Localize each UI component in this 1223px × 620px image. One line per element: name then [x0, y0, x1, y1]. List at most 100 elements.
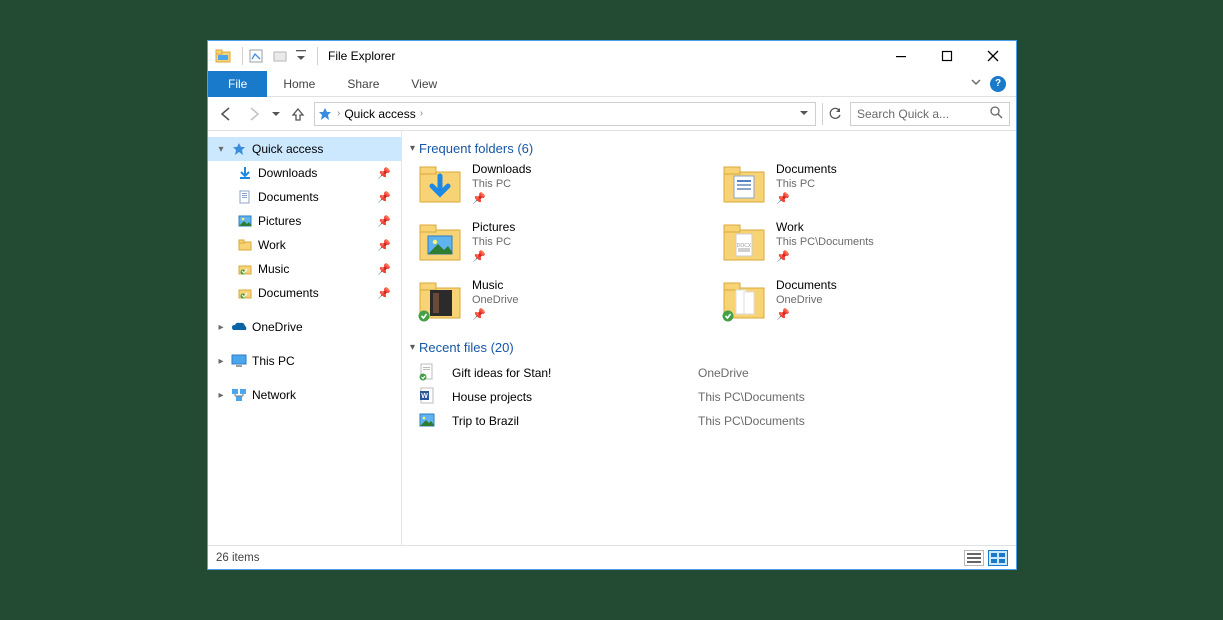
qat-dropdown-icon[interactable] [295, 47, 307, 65]
navigation-bar: › Quick access › Search Quick a... [208, 97, 1016, 131]
navigation-pane: ▾ Quick access Downloads 📌 Documents 📌 [208, 131, 402, 545]
group-header-frequent[interactable]: ▾ Frequent folders (6) [410, 141, 1006, 156]
tree-item-downloads[interactable]: Downloads 📌 [208, 161, 401, 185]
up-button[interactable] [286, 102, 310, 126]
back-button[interactable] [214, 102, 238, 126]
network-icon [230, 388, 248, 402]
tree-item-documents[interactable]: Documents 📌 [208, 185, 401, 209]
quick-access-star-icon [317, 106, 333, 122]
tree-label: Network [250, 388, 296, 402]
onedrive-icon [230, 321, 248, 333]
tree-item-pictures[interactable]: Pictures 📌 [208, 209, 401, 233]
frequent-folders-grid: Downloads This PC 📌 Documents This PC 📌 [410, 162, 1006, 322]
file-location: This PC\Documents [698, 414, 1006, 428]
tree-label: OneDrive [250, 320, 303, 334]
chevron-down-icon[interactable]: ▾ [410, 342, 415, 353]
folder-name: Music [472, 278, 518, 292]
tree-this-pc[interactable]: ▸ This PC [208, 349, 401, 373]
star-icon [230, 142, 248, 156]
folder-name: Pictures [472, 220, 515, 234]
refresh-button[interactable] [822, 103, 846, 125]
tree-item-documents-od[interactable]: Documents 📌 [208, 281, 401, 305]
properties-icon[interactable] [247, 47, 265, 65]
maximize-button[interactable] [924, 41, 970, 71]
folder-item[interactable]: Documents This PC 📌 [722, 162, 1006, 206]
tree-label: Music [256, 262, 289, 276]
tree-item-work[interactable]: Work 📌 [208, 233, 401, 257]
search-box[interactable]: Search Quick a... [850, 102, 1010, 126]
tree-onedrive[interactable]: ▸ OneDrive [208, 315, 401, 339]
folder-name: Documents [776, 162, 837, 176]
close-button[interactable] [970, 41, 1016, 71]
minimize-button[interactable] [878, 41, 924, 71]
chevron-right-icon[interactable]: ▸ [214, 322, 228, 333]
file-row[interactable]: Trip to Brazil This PC\Documents [418, 409, 1006, 433]
folder-item[interactable]: Documents OneDrive 📌 [722, 278, 1006, 322]
status-item-count: 26 items [216, 552, 259, 564]
quick-access-toolbar [214, 47, 322, 65]
download-icon [236, 166, 254, 180]
address-dropdown-icon[interactable] [799, 107, 809, 121]
folder-location: OneDrive [776, 294, 837, 306]
tree-network[interactable]: ▸ Network [208, 383, 401, 407]
ribbon-tab-home[interactable]: Home [267, 71, 331, 97]
chevron-down-icon[interactable]: ▾ [214, 144, 228, 155]
chevron-down-icon[interactable]: ▾ [410, 143, 415, 154]
music-icon [236, 262, 254, 276]
chevron-right-icon[interactable]: ▸ [214, 356, 228, 367]
new-folder-icon[interactable] [271, 47, 289, 65]
tree-label: Downloads [256, 166, 317, 180]
tree-label: Pictures [256, 214, 301, 228]
folder-icon [236, 238, 254, 252]
icons-view-button[interactable] [988, 550, 1008, 566]
file-row[interactable]: Gift ideas for Stan! OneDrive [418, 361, 1006, 385]
tree-quick-access[interactable]: ▾ Quick access [208, 137, 401, 161]
tree-label: Work [256, 238, 286, 252]
pin-icon: 📌 [377, 239, 391, 252]
help-icon[interactable]: ? [990, 76, 1006, 92]
file-row[interactable]: W House projects This PC\Documents [418, 385, 1006, 409]
folder-item[interactable]: Downloads This PC 📌 [418, 162, 702, 206]
titlebar: File Explorer [208, 41, 1016, 71]
folder-thumb-folder-icon [722, 278, 766, 322]
breadcrumb-item[interactable]: Quick access [344, 107, 415, 121]
chevron-right-icon[interactable]: ▸ [214, 390, 228, 401]
ribbon-tab-file[interactable]: File [208, 71, 267, 97]
details-view-button[interactable] [964, 550, 984, 566]
folder-location: This PC [776, 178, 837, 190]
forward-button[interactable] [242, 102, 266, 126]
group-header-recent[interactable]: ▾ Recent files (20) [410, 340, 1006, 355]
window-title: File Explorer [328, 49, 395, 63]
ribbon-tab-view[interactable]: View [395, 71, 453, 97]
pin-icon: 📌 [472, 192, 531, 205]
document-icon [236, 190, 254, 204]
folder-thumb-document-icon [722, 162, 766, 206]
address-bar[interactable]: › Quick access › [314, 102, 816, 126]
tree-label: This PC [250, 354, 295, 368]
file-explorer-window: File Explorer File Home Share View ? [207, 40, 1017, 570]
pin-icon: 📌 [472, 250, 515, 263]
tree-label: Documents [256, 190, 319, 204]
folder-location: This PC\Documents [776, 236, 874, 248]
ribbon-tab-share[interactable]: Share [331, 71, 395, 97]
breadcrumb-separator-icon[interactable]: › [337, 108, 340, 119]
ribbon-expand-icon[interactable] [970, 76, 982, 91]
recent-locations-button[interactable] [270, 109, 282, 119]
folder-thumb-download-icon [418, 162, 462, 206]
pictures-icon [236, 214, 254, 228]
tree-item-music[interactable]: Music 📌 [208, 257, 401, 281]
folder-item[interactable]: DOCX Work This PC\Documents 📌 [722, 220, 1006, 264]
content-pane[interactable]: ▾ Frequent folders (6) Downloads This PC… [402, 131, 1016, 545]
folder-thumb-docx-icon: DOCX [722, 220, 766, 264]
folder-thumb-pictures-icon [418, 220, 462, 264]
svg-text:DOCX: DOCX [737, 243, 752, 249]
folder-item[interactable]: Music OneDrive 📌 [418, 278, 702, 322]
qat-separator [242, 47, 243, 65]
tree-label: Quick access [250, 142, 323, 156]
folder-name: Work [776, 220, 874, 234]
breadcrumb-separator-icon[interactable]: › [420, 108, 423, 119]
pin-icon: 📌 [377, 191, 391, 204]
folder-item[interactable]: Pictures This PC 📌 [418, 220, 702, 264]
text-file-sync-icon [418, 363, 446, 384]
folder-name: Downloads [472, 162, 531, 176]
